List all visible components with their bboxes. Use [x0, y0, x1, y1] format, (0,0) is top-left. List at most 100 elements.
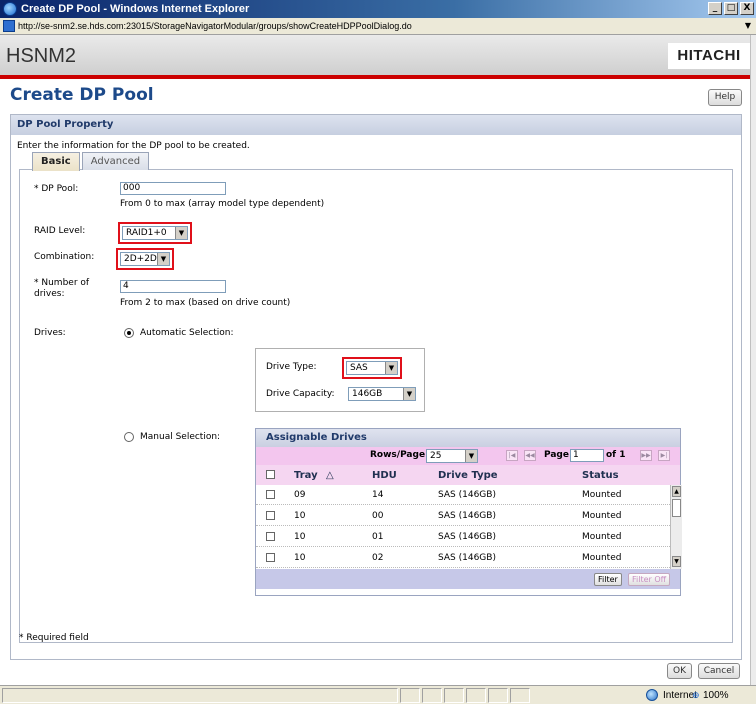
cell-status: Mounted — [582, 490, 622, 500]
chevron-down-icon[interactable]: ▼ — [742, 20, 754, 32]
chevron-down-icon: ▼ — [465, 450, 477, 462]
tab-advanced[interactable]: Advanced — [81, 152, 150, 170]
table-scrollbar[interactable]: ▲ ▼ — [670, 485, 682, 569]
rows-per-page-select[interactable]: 25 ▼ — [426, 449, 478, 463]
cell-tray: 10 — [294, 511, 306, 521]
row-checkbox[interactable] — [266, 511, 275, 520]
brand-logo: HITACHI — [668, 43, 750, 69]
app-header: HSNM2 HITACHI — [0, 35, 750, 79]
first-page-icon[interactable]: |◀ — [506, 450, 518, 461]
table-header: Tray △ HDU Drive Type Status — [256, 465, 680, 485]
zoom-icon[interactable]: ⊕ — [692, 690, 700, 701]
status-cell — [488, 688, 508, 703]
page-count: of 1 — [606, 450, 626, 460]
manual-selection-label: Manual Selection: — [140, 432, 221, 442]
cell-tray: 10 — [294, 532, 306, 542]
window-title-bar: Create DP Pool - Windows Internet Explor… — [0, 0, 756, 18]
manual-selection-radio[interactable] — [124, 432, 134, 442]
column-tray[interactable]: Tray — [294, 470, 318, 481]
number-of-drives-note: From 2 to max (based on drive count) — [120, 298, 291, 308]
cell-drive-type: SAS (146GB) — [438, 553, 496, 563]
url-text[interactable]: http://se-snm2.se.hds.com:23015/StorageN… — [18, 21, 412, 31]
table-row[interactable]: 09 14 SAS (146GB) Mounted — [256, 485, 670, 505]
number-of-drives-input[interactable]: 4 — [120, 280, 226, 293]
assignable-drives-title: Assignable Drives — [256, 429, 680, 447]
zoom-level[interactable]: 100% — [703, 690, 729, 701]
combination-select[interactable]: 2D+2D ▼ — [120, 252, 170, 266]
status-text-cell — [2, 688, 398, 703]
section-title: DP Pool Property — [11, 115, 741, 135]
automatic-selection-label: Automatic Selection: — [140, 328, 234, 338]
maximize-button[interactable]: □ — [724, 2, 738, 15]
drive-capacity-value: 146GB — [352, 389, 383, 399]
tab-strip: Basic Advanced — [32, 152, 150, 171]
status-cell — [444, 688, 464, 703]
drives-label: Drives: — [34, 328, 66, 338]
window-controls: _ □ X — [708, 2, 754, 15]
chevron-down-icon: ▼ — [385, 362, 397, 374]
chevron-down-icon: ▼ — [403, 388, 415, 400]
select-all-checkbox[interactable] — [266, 470, 275, 479]
dp-pool-note: From 0 to max (array model type dependen… — [120, 199, 325, 209]
combination-value: 2D+2D — [124, 254, 157, 264]
filter-button[interactable]: Filter — [594, 573, 622, 586]
column-hdu[interactable]: HDU — [372, 470, 397, 481]
previous-page-icon[interactable]: ◀◀ — [524, 450, 536, 461]
raid-level-value: RAID1+0 — [126, 228, 167, 238]
table-row[interactable]: 10 00 SAS (146GB) Mounted — [256, 506, 670, 526]
chevron-down-icon: ▼ — [157, 253, 169, 265]
automatic-selection-box: Drive Type: SAS ▼ Drive Capacity: 146GB … — [255, 348, 425, 412]
help-button[interactable]: Help — [708, 89, 742, 106]
address-bar[interactable]: http://se-snm2.se.hds.com:23015/StorageN… — [0, 18, 756, 35]
minimize-button[interactable]: _ — [708, 2, 722, 15]
page-label: Page — [544, 450, 569, 460]
status-cell — [400, 688, 420, 703]
filter-off-button[interactable]: Filter Off — [628, 573, 671, 586]
main-panel: DP Pool Property Enter the information f… — [10, 114, 742, 660]
drive-type-select[interactable]: SAS ▼ — [346, 361, 398, 375]
number-of-drives-label-line2: drives: — [34, 289, 65, 299]
table-row[interactable]: 10 01 SAS (146GB) Mounted — [256, 527, 670, 547]
last-page-icon[interactable]: ▶| — [658, 450, 670, 461]
window-title: Create DP Pool - Windows Internet Explor… — [21, 3, 250, 15]
scroll-down-icon[interactable]: ▼ — [672, 556, 681, 567]
ok-button[interactable]: OK — [667, 663, 692, 679]
internet-globe-icon — [646, 689, 658, 701]
raid-level-label: RAID Level: — [34, 226, 86, 236]
section-description: Enter the information for the DP pool to… — [17, 141, 250, 151]
automatic-selection-radio[interactable] — [124, 328, 134, 338]
cell-drive-type: SAS (146GB) — [438, 490, 496, 500]
drive-type-value: SAS — [350, 363, 368, 373]
cell-status: Mounted — [582, 511, 622, 521]
cell-hdu: 14 — [372, 490, 384, 500]
tab-content: Basic Advanced * DP Pool: 000 From 0 to … — [19, 152, 733, 643]
dp-pool-input[interactable]: 000 — [120, 182, 226, 195]
page-number-input[interactable]: 1 — [570, 449, 604, 462]
row-checkbox[interactable] — [266, 490, 275, 499]
sort-ascending-icon: △ — [326, 470, 334, 481]
page-scrollbar[interactable] — [750, 35, 756, 685]
required-field-note: * Required field — [19, 633, 89, 643]
column-drive-type[interactable]: Drive Type — [438, 470, 498, 481]
close-button[interactable]: X — [740, 2, 754, 15]
status-cell — [466, 688, 486, 703]
table-row[interactable]: 10 02 SAS (146GB) Mounted — [256, 548, 670, 568]
raid-level-select[interactable]: RAID1+0 ▼ — [122, 226, 188, 240]
row-checkbox[interactable] — [266, 553, 275, 562]
column-status[interactable]: Status — [582, 470, 619, 481]
app-name: HSNM2 — [6, 45, 77, 67]
cancel-button[interactable]: Cancel — [698, 663, 740, 679]
cell-drive-type: SAS (146GB) — [438, 532, 496, 542]
drive-type-label: Drive Type: — [266, 362, 317, 372]
status-cell — [510, 688, 530, 703]
drive-capacity-select[interactable]: 146GB ▼ — [348, 387, 416, 401]
row-checkbox[interactable] — [266, 532, 275, 541]
page-title: Create DP Pool — [10, 85, 154, 105]
rows-per-page-label: Rows/Page: — [370, 450, 429, 460]
scroll-thumb[interactable] — [672, 499, 681, 517]
scroll-up-icon[interactable]: ▲ — [672, 486, 681, 497]
cell-status: Mounted — [582, 553, 622, 563]
tab-basic[interactable]: Basic — [32, 152, 80, 171]
pager-bar: Rows/Page: 25 ▼ |◀ ◀◀ Page 1 of 1 ▶▶ ▶| — [256, 447, 680, 465]
next-page-icon[interactable]: ▶▶ — [640, 450, 652, 461]
